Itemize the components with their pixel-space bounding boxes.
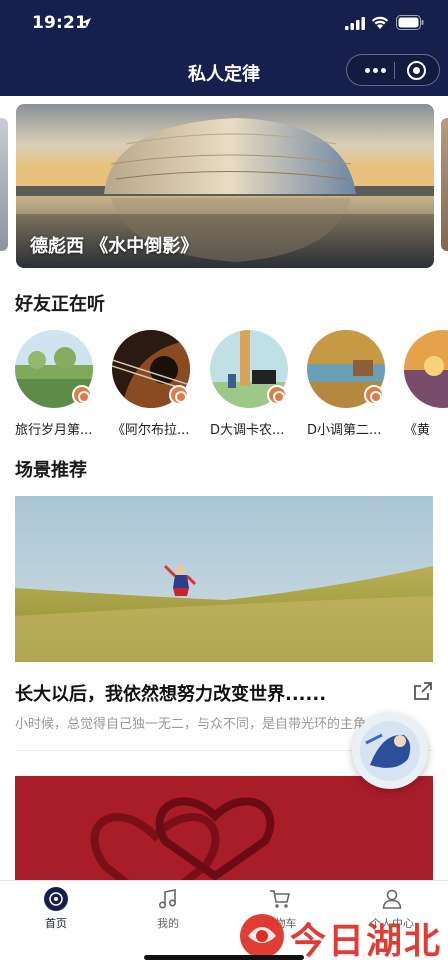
friend-track-label: 《黄 <box>404 423 431 438</box>
playing-badge-icon <box>72 385 92 405</box>
friend-track-label: D大调卡农... <box>210 423 285 438</box>
close-circle-icon[interactable] <box>407 61 426 80</box>
capsule-divider <box>394 62 395 79</box>
friend-avatar <box>404 330 448 408</box>
music-note-icon <box>156 887 180 911</box>
friend-item[interactable]: 《黄 <box>404 330 448 440</box>
friend-item[interactable]: D大调卡农... <box>210 330 290 440</box>
record-icon <box>44 887 68 911</box>
tab-mine[interactable]: 我的 <box>112 887 224 937</box>
floating-player-button[interactable] <box>352 713 428 789</box>
scene-section-title: 场景推荐 <box>15 460 87 481</box>
more-icon[interactable] <box>357 55 393 85</box>
tab-label: 首页 <box>45 917 67 930</box>
watermark-text: 今日湖北 <box>290 921 443 962</box>
playing-badge-icon <box>364 385 384 405</box>
scene-card-image[interactable] <box>15 496 433 662</box>
scene-card-title[interactable]: 长大以后，我依然想努力改变世界...... <box>15 680 326 706</box>
app-root: 19:21 私人定律 德彪西 《水中倒影》 好友正在听 旅行岁月第... 《阿尔… <box>0 0 448 970</box>
playing-badge-icon <box>169 385 189 405</box>
status-time: 19:21 <box>32 13 88 33</box>
battery-icon <box>396 15 424 30</box>
scene-card-image[interactable] <box>15 776 433 886</box>
tab-home[interactable]: 首页 <box>0 887 112 937</box>
banner-caption: 德彪西 《水中倒影》 <box>30 236 199 257</box>
tab-label: 我的 <box>157 917 179 930</box>
banner-slide[interactable]: 德彪西 《水中倒影》 <box>16 104 434 268</box>
wifi-icon <box>371 16 389 29</box>
friend-item[interactable]: 旅行岁月第... <box>15 330 95 440</box>
friend-item[interactable]: D小调第二... <box>307 330 387 440</box>
friend-track-label: 《阿尔布拉... <box>112 423 190 438</box>
playing-badge-icon <box>267 385 287 405</box>
share-icon[interactable] <box>412 680 434 702</box>
home-indicator <box>144 955 304 960</box>
location-arrow-icon <box>81 18 91 28</box>
top-header: 19:21 私人定律 <box>0 0 448 96</box>
banner-next-peek[interactable] <box>441 118 448 251</box>
friend-track-label: 旅行岁月第... <box>15 423 93 438</box>
scene-card-description: 小时候，总觉得自己独一无二，与众不同，是自带光环的主角 <box>15 717 367 732</box>
friends-section-title: 好友正在听 <box>15 294 105 315</box>
banner-prev-peek[interactable] <box>0 118 8 251</box>
signal-icon <box>345 17 365 30</box>
friend-track-label: D小调第二... <box>307 423 382 438</box>
mini-program-capsule <box>346 54 440 86</box>
status-bar: 19:21 <box>0 0 448 48</box>
friend-item[interactable]: 《阿尔布拉... <box>112 330 192 440</box>
